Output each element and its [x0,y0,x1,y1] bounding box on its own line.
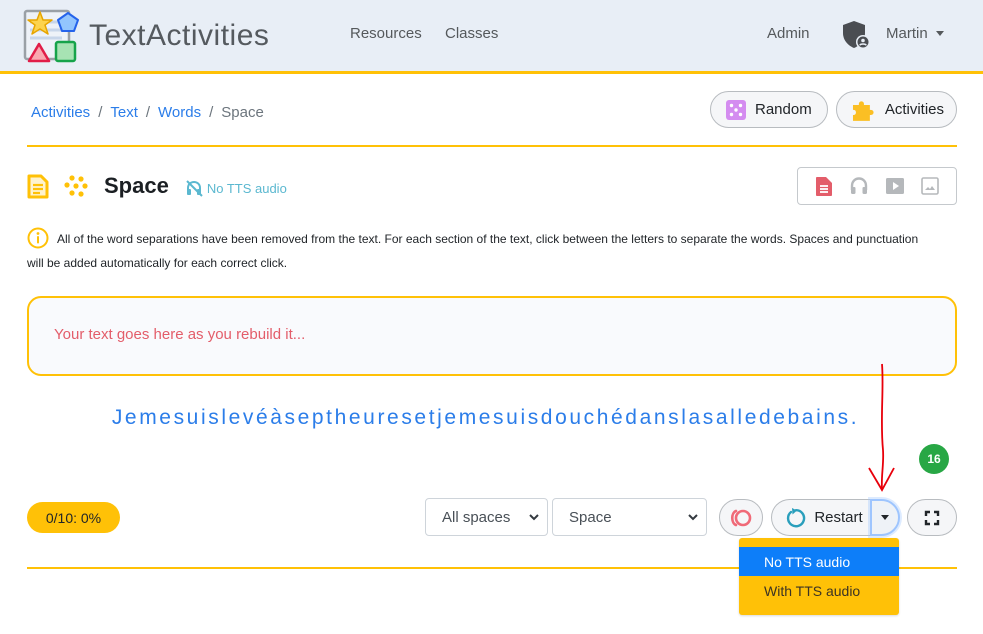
activities-label: Activities [884,101,944,118]
random-label: Random [755,101,812,118]
breadcrumb-words[interactable]: Words [158,104,201,121]
audio-mode-button[interactable] [848,175,870,197]
media-toggle-group [797,167,957,205]
instruction-text: All of the word separations have been re… [27,227,937,275]
mode-select[interactable]: Space [552,498,707,536]
brand-link[interactable]: TextActivities [22,8,269,66]
score-badge: 0/10: 0% [27,502,120,533]
document-icon [27,174,49,198]
chevron-down-icon [688,514,698,521]
scrambled-letters[interactable]: Jemesuislevéàseptheuresetjemesuisdouchéd… [112,406,859,429]
info-icon [27,227,49,249]
headphones-icon [851,177,868,194]
reset-button[interactable] [719,499,763,536]
restart-button[interactable]: Restart [771,499,871,536]
breadcrumb-text[interactable]: Text [110,104,138,121]
breadcrumb-separator: / [98,104,103,121]
caret-down-icon [935,31,944,36]
menu-item-with-tts[interactable]: With TTS audio [739,576,899,605]
chevron-down-icon [529,514,539,521]
caret-down-icon [881,515,889,520]
instruction-content: All of the word separations have been re… [27,232,919,270]
no-audio-icon [186,180,203,197]
breadcrumb-separator: / [209,104,214,121]
rebuild-placeholder: Your text goes here as you rebuild it... [54,326,306,343]
puzzle-icon [852,100,874,121]
spaces-select-value: All spaces [442,508,511,526]
image-mode-button[interactable] [919,175,941,197]
rebuild-area: Your text goes here as you rebuild it... [27,296,957,376]
divider [27,145,957,147]
tts-status: No TTS audio [185,179,287,197]
restart-icon [787,507,806,527]
video-mode-button[interactable] [884,175,906,197]
activities-button[interactable]: Activities [836,91,957,128]
text-mode-button[interactable] [813,175,835,197]
dice-icon [726,99,746,120]
restart-options-menu: No TTS audio With TTS audio [739,538,899,615]
menu-item-no-tts[interactable]: No TTS audio [739,547,899,576]
nav-classes[interactable]: Classes [445,25,498,42]
nav-admin[interactable]: Admin [767,25,810,42]
user-name: Martin [886,25,928,42]
breadcrumb-separator: / [145,104,151,121]
image-icon [921,177,940,195]
scatter-dots-icon [64,175,88,197]
fullscreen-button[interactable] [907,499,957,536]
navbar: TextActivities Resources Classes Admin M… [0,0,983,74]
mode-select-value: Space [569,508,612,526]
document-icon [815,176,832,196]
restart-label: Restart [814,509,863,526]
logo-icon [23,9,79,63]
fullscreen-icon [924,510,940,525]
user-menu[interactable]: Martin [886,25,944,42]
play-icon [885,178,904,194]
nav-resources[interactable]: Resources [350,25,422,42]
brand-name: TextActivities [89,19,270,52]
page-title: Space [104,173,169,198]
spaces-select[interactable]: All spaces [425,498,548,536]
admin-shield-icon [843,21,870,49]
activity-header: Space No TTS audio [27,173,287,199]
breadcrumb: Activities / Text / Words / Space [31,104,264,121]
breadcrumb-current: Space [221,104,264,121]
remaining-count-badge: 16 [919,444,949,474]
reset-circles-icon [730,509,752,526]
breadcrumb-activities[interactable]: Activities [31,104,90,121]
scrambled-text[interactable]: Jemesuislevéàseptheuresetjemesuisdouchéd… [0,406,983,430]
restart-options-toggle[interactable] [870,499,900,536]
random-button[interactable]: Random [710,91,828,128]
tts-status-label: No TTS audio [206,180,287,196]
